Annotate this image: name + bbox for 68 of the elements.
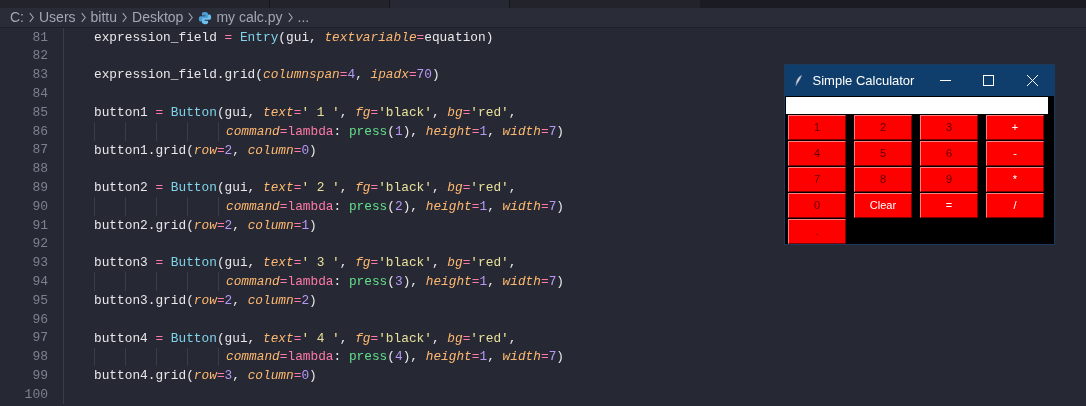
close-icon bbox=[1026, 75, 1038, 86]
chevron-icon bbox=[28, 12, 35, 23]
line-number: 94 bbox=[31, 273, 48, 291]
line-number: 81 bbox=[31, 28, 48, 47]
line-number: 86 bbox=[31, 122, 48, 141]
calculator-key[interactable]: = bbox=[920, 193, 978, 218]
expression-field[interactable] bbox=[786, 97, 1048, 114]
code-line: button3 = Button(gui, text=' 3 ', fg='black', bg='red', bbox=[94, 254, 517, 273]
code-line: button1.grid(row=2, column=0) bbox=[94, 141, 317, 160]
calculator-key[interactable]: 5 bbox=[854, 141, 912, 166]
calculator-key[interactable]: 9 bbox=[920, 167, 978, 192]
line-number: 92 bbox=[31, 235, 48, 254]
code-line: expression_field.grid(columnspan=4, ipadx=70) bbox=[94, 66, 440, 85]
calculator-key[interactable]: - bbox=[986, 141, 1044, 166]
calculator-key[interactable]: 0 bbox=[788, 193, 846, 218]
breadcrumb-item[interactable]: ... bbox=[297, 7, 310, 28]
code-line: button2 = Button(gui, text=' 2 ', fg='black', bg='red', bbox=[94, 179, 517, 198]
line-number: 82 bbox=[31, 47, 48, 66]
line-number: 88 bbox=[31, 160, 48, 179]
calculator-key[interactable]: . bbox=[788, 219, 846, 244]
chevron-icon bbox=[286, 12, 294, 23]
line-number: 96 bbox=[31, 310, 48, 329]
line-number: 95 bbox=[31, 291, 48, 310]
python-file-icon bbox=[198, 10, 213, 25]
calculator-key[interactable]: + bbox=[986, 115, 1044, 140]
line-number: 99 bbox=[31, 367, 48, 385]
line-number: 98 bbox=[31, 348, 48, 367]
code-line: button4 = Button(gui, text=' 4 ', fg='black', bg='red', bbox=[94, 329, 517, 348]
line-number: 91 bbox=[31, 216, 48, 235]
calculator-key[interactable]: / bbox=[986, 193, 1044, 218]
code-line: command=lambda: press(4), height=1, width=7) bbox=[226, 348, 564, 367]
line-number: 93 bbox=[31, 254, 48, 273]
calculator-key[interactable]: Clear bbox=[854, 193, 912, 218]
calculator-key[interactable]: 1 bbox=[788, 115, 846, 140]
line-number: 89 bbox=[31, 179, 48, 198]
file-name[interactable]: my calc.py bbox=[216, 7, 283, 28]
code-line: button2.grid(row=2, column=1) bbox=[94, 216, 317, 235]
code-line: expression_field = Entry(gui, textvariable=equation) bbox=[94, 28, 494, 47]
feather-icon bbox=[795, 74, 803, 87]
line-number: 85 bbox=[31, 103, 48, 122]
line-number: 90 bbox=[31, 197, 48, 216]
calculator-key[interactable]: 7 bbox=[788, 167, 846, 192]
breadcrumb-item[interactable]: C: bbox=[10, 7, 24, 28]
calculator-key[interactable]: 2 bbox=[854, 115, 912, 140]
line-number: 87 bbox=[31, 141, 48, 160]
code-line: command=lambda: press(1), height=1, width=7) bbox=[226, 122, 564, 141]
maximize-icon bbox=[983, 75, 995, 86]
code-line: command=lambda: press(3), height=1, width=7) bbox=[226, 273, 564, 292]
code-line: button4.grid(row=3, column=0) bbox=[94, 367, 317, 386]
code-line: command=lambda: press(2), height=1, width=7) bbox=[226, 198, 564, 216]
chevron-icon bbox=[187, 12, 195, 23]
calculator-key[interactable]: * bbox=[986, 167, 1044, 192]
breadcrumb-item[interactable]: bittu bbox=[90, 7, 118, 28]
line-number: 83 bbox=[31, 66, 48, 85]
calculator-key[interactable]: 6 bbox=[920, 141, 978, 166]
code-line: button1 = Button(gui, text=' 1 ', fg='black', bg='red', bbox=[94, 104, 517, 122]
window-title: Simple Calculator bbox=[812, 71, 916, 90]
chevron-icon bbox=[79, 12, 87, 23]
line-number: 97 bbox=[31, 329, 48, 348]
calculator-key[interactable]: 3 bbox=[920, 115, 978, 140]
breadcrumb-item[interactable]: Users bbox=[39, 7, 76, 28]
code-line: button3.grid(row=2, column=2) bbox=[94, 291, 317, 310]
calculator-key[interactable]: 8 bbox=[854, 167, 912, 192]
breadcrumb-item[interactable]: Desktop bbox=[132, 7, 184, 28]
chevron-icon bbox=[121, 12, 129, 23]
calculator-key[interactable]: 4 bbox=[788, 141, 846, 166]
line-number: 84 bbox=[31, 85, 48, 104]
line-number: 100 bbox=[23, 385, 48, 404]
